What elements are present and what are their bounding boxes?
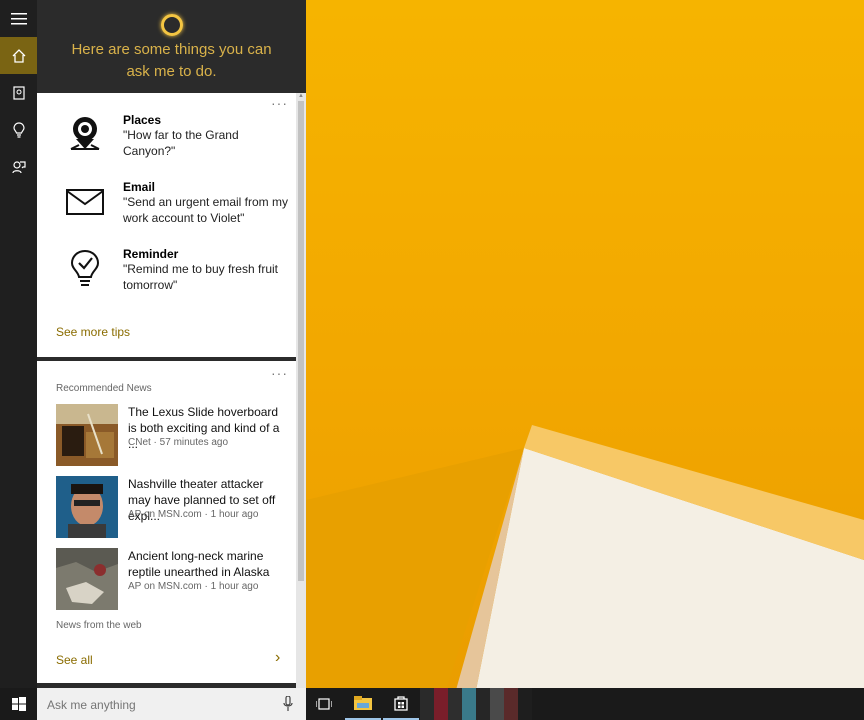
start-button[interactable] — [0, 688, 37, 720]
see-all-news-link[interactable]: See all — [56, 653, 93, 667]
file-explorer-button[interactable] — [345, 688, 381, 720]
tip-text: "Send an urgent email from my work accou… — [123, 195, 288, 225]
tips-button[interactable] — [0, 111, 37, 148]
notebook-icon — [12, 85, 25, 100]
hamburger-menu-icon — [10, 12, 27, 24]
hamburger-menu-button[interactable] — [0, 0, 37, 37]
scroll-up-arrow-icon[interactable]: ▲ — [297, 93, 305, 99]
news-source: AP on MSN.com · 1 hour ago — [128, 509, 259, 520]
task-view-button[interactable] — [306, 688, 342, 720]
task-view-icon — [316, 698, 332, 710]
cortana-greeting: Here are some things you can ask me to d… — [37, 39, 306, 83]
panel-scrollbar[interactable]: ▲ — [296, 93, 306, 688]
file-explorer-icon — [354, 696, 372, 710]
store-icon — [394, 696, 408, 711]
reminder-bulb-icon — [65, 247, 105, 291]
news-thumbnail — [56, 476, 118, 538]
news-item[interactable]: The Lexus Slide hoverboard is both excit… — [56, 404, 296, 468]
news-source: AP on MSN.com · 1 hour ago — [128, 581, 259, 592]
news-from-web-label: News from the web — [56, 620, 142, 631]
notebook-button[interactable] — [0, 74, 37, 111]
search-input[interactable] — [45, 694, 279, 716]
greeting-line-2: ask me to do. — [126, 63, 217, 80]
scrollbar-thumb[interactable] — [298, 101, 304, 581]
card-divider — [37, 357, 296, 361]
tip-text: "Remind me to buy fresh fruit tomorrow" — [123, 262, 278, 292]
greeting-line-1: Here are some things you can — [71, 41, 272, 58]
places-pin-icon — [65, 113, 105, 157]
taskbar — [0, 688, 864, 720]
feedback-icon — [11, 160, 26, 173]
cortana-header: Here are some things you can ask me to d… — [37, 0, 306, 93]
email-envelope-icon — [65, 180, 105, 224]
cortana-ring-icon — [161, 14, 183, 36]
home-button[interactable] — [0, 37, 37, 74]
tip-text: "How far to the Grand Canyon?" — [123, 128, 239, 158]
news-title: Ancient long-neck marine reptile unearth… — [128, 549, 270, 579]
desktop-wallpaper — [306, 0, 864, 690]
cortana-content-panel: ··· Places "How far to the Grand Canyon?… — [37, 93, 306, 688]
chevron-right-icon[interactable]: › — [275, 649, 280, 667]
lightbulb-icon — [12, 121, 25, 138]
see-more-tips-link[interactable]: See more tips — [56, 325, 130, 339]
news-item[interactable]: Nashville theater attacker may have plan… — [56, 476, 296, 540]
tip-reminder[interactable]: Reminder "Remind me to buy fresh fruit t… — [65, 247, 297, 307]
tip-email[interactable]: Email "Send an urgent email from my work… — [65, 180, 297, 240]
tip-places[interactable]: Places "How far to the Grand Canyon?" — [65, 113, 297, 173]
wallpaper-shapes — [306, 425, 864, 690]
recommended-news-label: Recommended News — [56, 383, 152, 394]
news-thumbnail — [56, 548, 118, 610]
tip-title: Reminder — [123, 247, 179, 261]
news-item[interactable]: Ancient long-neck marine reptile unearth… — [56, 548, 296, 612]
cortana-rail — [0, 0, 37, 688]
feedback-button[interactable] — [0, 148, 37, 185]
news-source: CNet · 57 minutes ago — [128, 437, 229, 448]
tips-card-more-button[interactable]: ··· — [271, 95, 288, 111]
news-thumbnail — [56, 404, 118, 466]
tip-title: Email — [123, 180, 156, 194]
taskbar-search-box[interactable] — [37, 688, 306, 720]
taskbar-pinned-apps-blur — [420, 688, 532, 720]
home-icon — [12, 48, 25, 63]
microphone-icon[interactable] — [283, 696, 293, 712]
tip-title: Places — [123, 113, 162, 127]
windows-logo-icon — [11, 697, 26, 711]
store-button[interactable] — [383, 688, 419, 720]
news-card-more-button[interactable]: ··· — [271, 365, 288, 381]
